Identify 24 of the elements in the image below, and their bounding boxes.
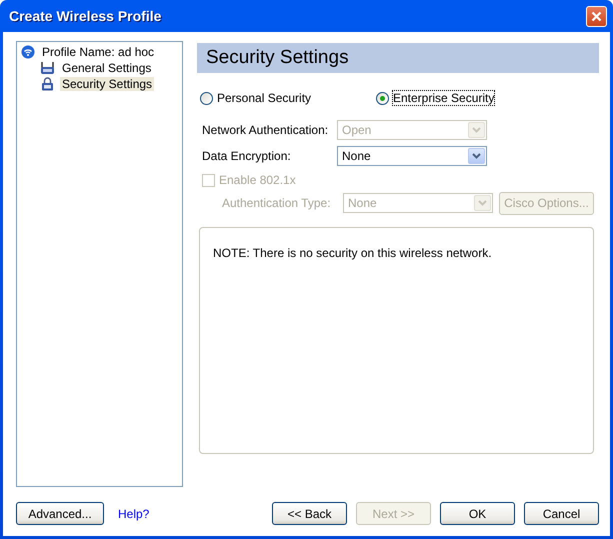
window-title: Create Wireless Profile xyxy=(9,8,162,24)
field-label: Network Authentication: xyxy=(202,123,330,137)
close-icon xyxy=(591,10,602,22)
tree-item[interactable]: Security Settings xyxy=(60,77,154,91)
note-text: NOTE: There is no security on this wireless network. xyxy=(199,227,594,454)
dialog-button[interactable]: Cancel xyxy=(524,502,599,525)
field-label: Authentication Type: xyxy=(222,196,332,210)
section-header: Security Settings xyxy=(197,43,599,73)
router-icon xyxy=(40,61,55,75)
help-link[interactable]: Help? xyxy=(118,506,150,520)
radio-label[interactable]: Enterprise Security xyxy=(393,91,494,105)
dropdown-field[interactable]: None xyxy=(337,146,487,166)
radio-button[interactable] xyxy=(200,92,213,104)
radio-button[interactable] xyxy=(376,92,389,104)
tree-item[interactable]: Profile Name: ad hoc xyxy=(40,45,156,59)
radio-label[interactable]: Personal Security xyxy=(217,91,312,105)
dialog-button[interactable]: << Back xyxy=(272,502,347,525)
close-button[interactable] xyxy=(586,6,607,26)
wireless-icon xyxy=(21,45,35,59)
advanced-button[interactable]: Advanced... xyxy=(16,502,104,525)
tree-item[interactable]: General Settings xyxy=(60,61,154,75)
field-label: Data Encryption: xyxy=(202,149,292,163)
dialog-button[interactable]: OK xyxy=(440,502,515,525)
lock-icon xyxy=(40,77,55,91)
